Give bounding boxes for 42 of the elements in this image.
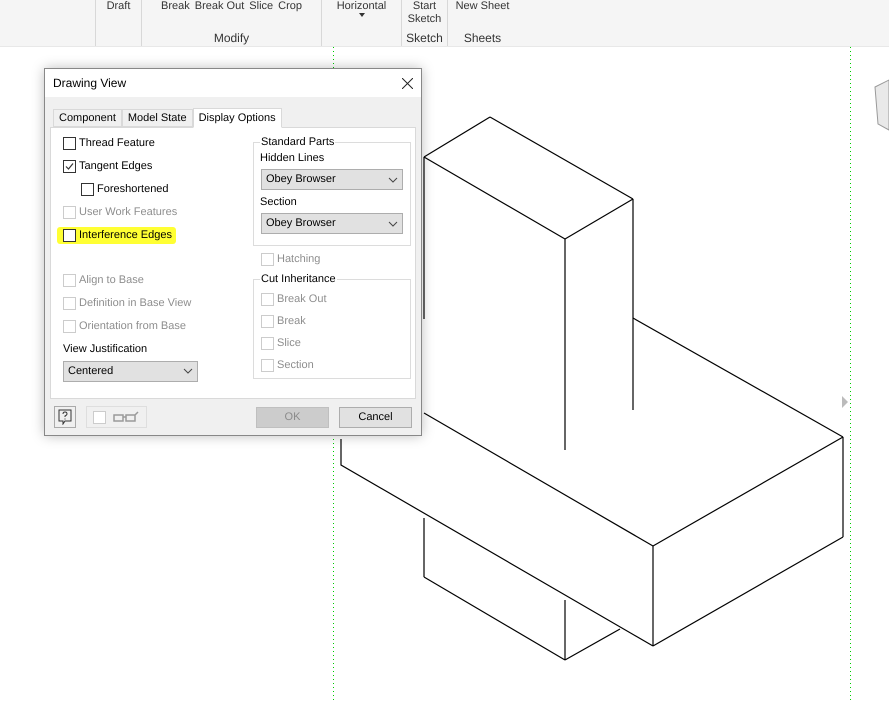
chevron-down-icon [183,368,193,374]
caret-icon [358,13,364,17]
view-cube-icon[interactable] [874,79,889,131]
group-label: Sheets [462,30,502,45]
tab[interactable]: Model State [122,109,193,127]
chevron-down-icon [388,176,398,182]
option-checkbox[interactable]: Tangent Edges [63,158,156,175]
option-checkbox[interactable]: Interference Edges [57,227,176,244]
check-icon [65,162,74,171]
checkbox[interactable] [63,229,76,242]
chevron-down-icon [388,220,398,226]
ribbon-button[interactable]: Horizontal [336,0,386,17]
option-checkbox[interactable]: Thread Feature [63,135,159,152]
checkbox[interactable] [63,160,76,173]
field-label: View Justification [63,342,148,357]
glasses-icon [112,411,140,423]
group-label: Sketch [405,30,444,45]
help-button[interactable] [54,406,76,428]
ribbon-button[interactable]: Crop [278,0,302,13]
field-label: Section [260,195,298,209]
ribbon-button[interactable]: Slice [249,0,274,13]
dropdown[interactable]: Centered [63,360,198,382]
tab[interactable]: Display Options [192,108,282,128]
ribbon-button[interactable]: Break [161,0,190,13]
triangle-icon[interactable] [842,396,848,408]
tab[interactable]: Component [53,109,122,127]
group-label: Modify [212,30,250,45]
field-label: Hidden Lines [260,151,326,165]
dropdown[interactable]: Obey Browser [261,169,403,190]
ribbon-button[interactable]: New Sheet [456,0,510,13]
option-checkbox[interactable]: Foreshortened [81,181,173,198]
checkbox[interactable] [63,137,76,150]
ribbon-button[interactable]: Break Out [194,0,244,13]
dialog-button[interactable]: Cancel [339,406,412,428]
help-icon [58,409,72,425]
ribbon-button[interactable]: Start Sketch [406,0,444,26]
close-icon[interactable] [402,78,413,88]
ribbon-button[interactable]: Draft [106,0,130,13]
dialog-title: Drawing View [53,75,126,92]
dropdown[interactable]: Obey Browser [261,213,403,234]
preview-toggle[interactable] [86,406,147,428]
checkbox[interactable] [81,183,94,196]
